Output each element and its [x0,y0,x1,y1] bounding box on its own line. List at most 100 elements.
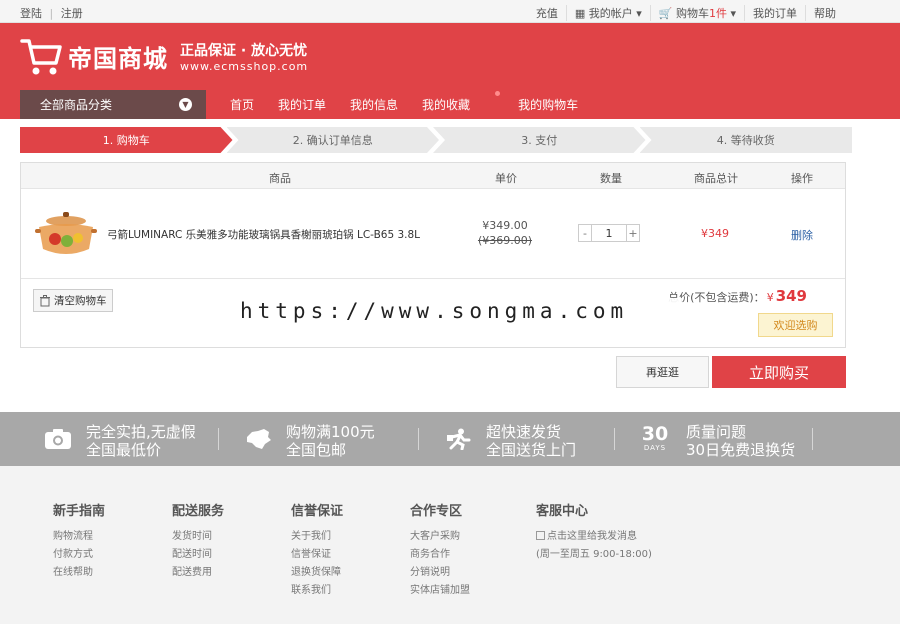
welcome-badge: 欢迎选购 [758,313,833,337]
delete-link[interactable]: 删除 [791,227,813,243]
promo-line1: 完全实拍,无虚假 [86,423,196,441]
runner-icon [447,428,471,450]
nav-orders[interactable]: 我的订单 [278,96,326,113]
service-hours: (周一至周五 9:00-18:00) [536,549,652,560]
table-header: 商品 单价 数量 商品总计 操作 [21,163,845,189]
cart-count: 1件 [708,7,727,20]
my-account-label: 我的帐户 [588,7,633,20]
clear-cart-button[interactable]: 清空购物车 [33,289,113,312]
slogan: 正品保证 · 放心无忧 www.ecmsshop.com [180,40,308,73]
trash-icon [40,294,50,306]
nav-favorites-label: 我的收藏 [422,98,471,112]
qty-minus-button[interactable]: - [578,224,592,242]
unit-price: ¥349.00 (¥369.00) [465,219,545,247]
footer-link[interactable]: 配送费用 [172,564,224,582]
logo[interactable]: 帝国商城 正品保证 · 放心无忧 www.ecmsshop.com [20,35,308,77]
total-label: 总价(不包含运费)： [668,291,765,304]
footer-link[interactable]: 分销说明 [410,564,470,582]
buy-now-button[interactable]: 立即购买 [712,356,846,388]
main-nav: 全部商品分类 ▼ 首页 我的订单 我的信息 我的收藏 我的购物车 [20,90,602,119]
promo-line1: 购物满100元 [286,423,375,441]
days-badge-label: DAYS [643,444,667,452]
promo-item: 30 DAYS 质量问题 30日免费退换货 [600,412,800,466]
category-menu[interactable]: 全部商品分类 ▼ [20,90,206,119]
qty-input[interactable]: 1 [592,224,626,242]
category-label: 全部商品分类 [40,98,113,112]
cart-logo-icon [20,39,62,75]
help-link[interactable]: 帮助 [805,5,844,21]
cart-icon: 🛒 [658,7,676,20]
continue-shopping-button[interactable]: 再逛逛 [616,356,709,388]
footer-link[interactable]: 商务合作 [410,546,470,564]
divider [812,428,813,450]
camera-icon [45,429,71,449]
nav-cart[interactable]: 我的购物车 [518,96,578,113]
brand-name: 帝国商城 [68,44,168,73]
table-row: 弓箭LUMINARC 乐美雅多功能玻璃锅具香榭丽琥珀锅 LC-B65 3.8L … [21,189,845,279]
col-price: 单价 [495,172,517,185]
footer-link[interactable]: 在线帮助 [53,564,105,582]
site-footer: 新手指南 购物流程 付款方式 在线帮助 配送服务 发货时间 配送时间 配送费用 … [0,466,900,624]
col-subtotal: 商品总计 [694,172,738,185]
footer-column-title: 合作专区 [410,504,463,519]
footer-link[interactable]: 大客户采购 [410,528,470,546]
chevron-down-icon: ▼ [179,98,192,111]
promo-line2: 全国包邮 [286,441,347,459]
site-url: www.ecmsshop.com [180,59,309,73]
nav-favorites[interactable]: 我的收藏 [422,91,501,113]
footer-column: 信誉保证 关于我们 信誉保证 退换货保障 联系我们 [291,500,343,600]
30-days-icon: 30 DAYS [640,424,670,456]
footer-link[interactable]: 实体店铺加盟 [410,582,470,600]
my-account-menu[interactable]: ▦ 我的帐户 ▾ [565,5,650,21]
site-header: 帝国商城 正品保证 · 放心无忧 www.ecmsshop.com 全部商品分类… [0,23,900,119]
china-map-icon [247,429,271,449]
product-name-link[interactable]: 弓箭LUMINARC 乐美雅多功能玻璃锅具香榭丽琥珀锅 LC-B65 3.8L [107,227,420,242]
register-link[interactable]: 注册 [61,7,83,20]
promo-bar: 完全实拍,无虚假 全国最低价 购物满100元 全国包邮 超快速发货 全国送货上门 30… [0,412,900,466]
footer-link[interactable]: 付款方式 [53,546,105,564]
nav-home[interactable]: 首页 [230,96,254,113]
qq-message-label: 点击这里给我发消息 [547,531,637,542]
top-bar: 登陆 | 注册 充值 ▦ 我的帐户 ▾ 🛒 购物车1件 ▾ 我的订单 帮助 [0,0,900,23]
footer-column-title: 新手指南 [53,504,106,519]
footer-column: 新手指南 购物流程 付款方式 在线帮助 [53,500,105,582]
nav-info[interactable]: 我的信息 [350,96,398,113]
footer-link[interactable]: 关于我们 [291,528,343,546]
col-qty: 数量 [600,172,622,185]
broken-image-icon [536,531,545,540]
promo-line2: 30日免费退换货 [686,441,796,459]
slogan-text: 正品保证 · 放心无忧 [180,42,308,59]
footer-column: 合作专区 大客户采购 商务合作 分销说明 实体店铺加盟 [410,500,470,600]
cart-menu[interactable]: 🛒 购物车1件 ▾ [649,5,744,21]
footer-link[interactable]: 配送时间 [172,546,224,564]
footer-column: 配送服务 发货时间 配送时间 配送费用 [172,500,224,582]
promo-line2: 全国最低价 [86,441,162,459]
footer-link[interactable]: 信誉保证 [291,546,343,564]
footer-column-title: 配送服务 [172,504,225,519]
account-icon: ▦ [574,7,589,20]
qty-plus-button[interactable]: + [626,224,640,242]
step-pay: 3. 支付 [433,127,646,153]
row-subtotal: ¥349 [701,227,729,240]
checkout-steps: 1. 购物车 2. 确认订单信息 3. 支付 4. 等待收货 [20,127,852,153]
watermark-text: https://www.songma.com [218,298,682,324]
footer-column: 客服中心 点击这里给我发消息 (周一至周五 9:00-18:00) [536,500,652,564]
my-orders-link[interactable]: 我的订单 [744,5,805,21]
promo-item: 购物满100元 全国包邮 [200,412,400,466]
total-currency: ¥ [766,291,774,304]
qq-message-link[interactable]: 点击这里给我发消息 [536,528,652,546]
footer-link[interactable]: 联系我们 [291,582,343,600]
divider: | [49,7,54,20]
promo-item: 完全实拍,无虚假 全国最低价 [0,412,200,466]
login-link[interactable]: 登陆 [20,7,42,20]
footer-link[interactable]: 退换货保障 [291,564,343,582]
product-image[interactable] [33,209,99,259]
current-price: ¥349.00 [482,219,528,232]
quantity-stepper: - 1 + [578,224,640,242]
total-amount: 349 [775,287,807,305]
total-price: 总价(不包含运费)： ¥ 349 [668,287,807,305]
footer-link[interactable]: 购物流程 [53,528,105,546]
recharge-link[interactable]: 充值 [528,5,566,21]
new-dot-icon [495,91,501,96]
footer-link[interactable]: 发货时间 [172,528,224,546]
